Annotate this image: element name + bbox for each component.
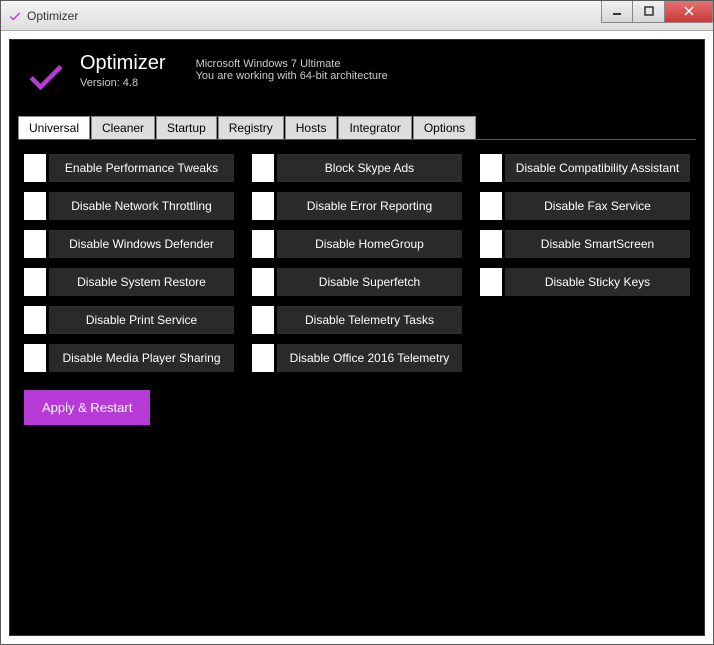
option-checkbox[interactable] — [24, 230, 46, 258]
option-item: Disable SmartScreen — [480, 230, 690, 258]
option-label: Block Skype Ads — [277, 154, 462, 182]
minimize-button[interactable] — [601, 1, 633, 23]
option-label: Disable Sticky Keys — [505, 268, 690, 296]
tab-strip: Universal Cleaner Startup Registry Hosts… — [18, 116, 696, 140]
option-label: Disable Print Service — [49, 306, 234, 334]
option-item: Disable Error Reporting — [252, 192, 462, 220]
option-item: Disable Sticky Keys — [480, 268, 690, 296]
app-name: Optimizer — [80, 52, 166, 75]
option-item: Disable System Restore — [24, 268, 234, 296]
option-checkbox[interactable] — [24, 268, 46, 296]
tab-options[interactable]: Options — [413, 116, 476, 139]
option-item: Disable Network Throttling — [24, 192, 234, 220]
app-header: Optimizer Version: 4.8 Microsoft Windows… — [18, 48, 696, 112]
tab-hosts[interactable]: Hosts — [285, 116, 338, 139]
option-item: Disable HomeGroup — [252, 230, 462, 258]
options-grid: Enable Performance Tweaks Block Skype Ad… — [24, 154, 690, 372]
option-checkbox[interactable] — [24, 192, 46, 220]
window-title: Optimizer — [27, 9, 78, 23]
option-item: Disable Fax Service — [480, 192, 690, 220]
app-window: Optimizer Optimizer Version: 4.8 — [0, 0, 714, 645]
option-label: Disable System Restore — [49, 268, 234, 296]
tab-registry[interactable]: Registry — [218, 116, 284, 139]
option-label: Enable Performance Tweaks — [49, 154, 234, 182]
option-item: Disable Print Service — [24, 306, 234, 334]
close-button[interactable] — [665, 1, 713, 23]
option-label: Disable Fax Service — [505, 192, 690, 220]
option-checkbox[interactable] — [252, 268, 274, 296]
option-item: Disable Compatibility Assistant — [480, 154, 690, 182]
client-area: Optimizer Version: 4.8 Microsoft Windows… — [9, 39, 705, 636]
tab-integrator[interactable]: Integrator — [338, 116, 411, 139]
option-label: Disable Network Throttling — [49, 192, 234, 220]
tab-universal[interactable]: Universal — [18, 116, 90, 139]
option-checkbox[interactable] — [252, 154, 274, 182]
option-checkbox[interactable] — [480, 230, 502, 258]
option-checkbox[interactable] — [252, 192, 274, 220]
option-item: Disable Media Player Sharing — [24, 344, 234, 372]
option-checkbox[interactable] — [24, 306, 46, 334]
option-item: Disable Superfetch — [252, 268, 462, 296]
option-label: Disable Error Reporting — [277, 192, 462, 220]
window-controls — [601, 1, 713, 23]
option-item: Block Skype Ads — [252, 154, 462, 182]
option-item: Disable Office 2016 Telemetry — [252, 344, 462, 372]
tab-panel-universal: Enable Performance Tweaks Block Skype Ad… — [18, 140, 696, 627]
option-label: Disable Windows Defender — [49, 230, 234, 258]
option-checkbox[interactable] — [24, 154, 46, 182]
option-checkbox[interactable] — [252, 306, 274, 334]
option-label: Disable Superfetch — [277, 268, 462, 296]
option-label: Disable SmartScreen — [505, 230, 690, 258]
app-icon — [7, 8, 23, 24]
option-checkbox[interactable] — [480, 268, 502, 296]
logo-checkmark-icon — [22, 52, 70, 100]
tab-startup[interactable]: Startup — [156, 116, 217, 139]
option-label: Disable Compatibility Assistant — [505, 154, 690, 182]
titlebar[interactable]: Optimizer — [1, 1, 713, 31]
option-checkbox[interactable] — [252, 230, 274, 258]
os-line: Microsoft Windows 7 Ultimate — [196, 58, 388, 70]
option-label: Disable Office 2016 Telemetry — [277, 344, 462, 372]
option-label: Disable Media Player Sharing — [49, 344, 234, 372]
option-checkbox[interactable] — [480, 192, 502, 220]
option-label: Disable Telemetry Tasks — [277, 306, 462, 334]
option-item: Disable Telemetry Tasks — [252, 306, 462, 334]
option-item: Enable Performance Tweaks — [24, 154, 234, 182]
option-item: Disable Windows Defender — [24, 230, 234, 258]
apply-restart-button[interactable]: Apply & Restart — [24, 390, 150, 425]
maximize-button[interactable] — [633, 1, 665, 23]
option-label: Disable HomeGroup — [277, 230, 462, 258]
option-checkbox[interactable] — [24, 344, 46, 372]
tab-cleaner[interactable]: Cleaner — [91, 116, 155, 139]
arch-line: You are working with 64-bit architecture — [196, 70, 388, 82]
option-checkbox[interactable] — [480, 154, 502, 182]
option-checkbox[interactable] — [252, 344, 274, 372]
version-label: Version: 4.8 — [80, 77, 166, 89]
